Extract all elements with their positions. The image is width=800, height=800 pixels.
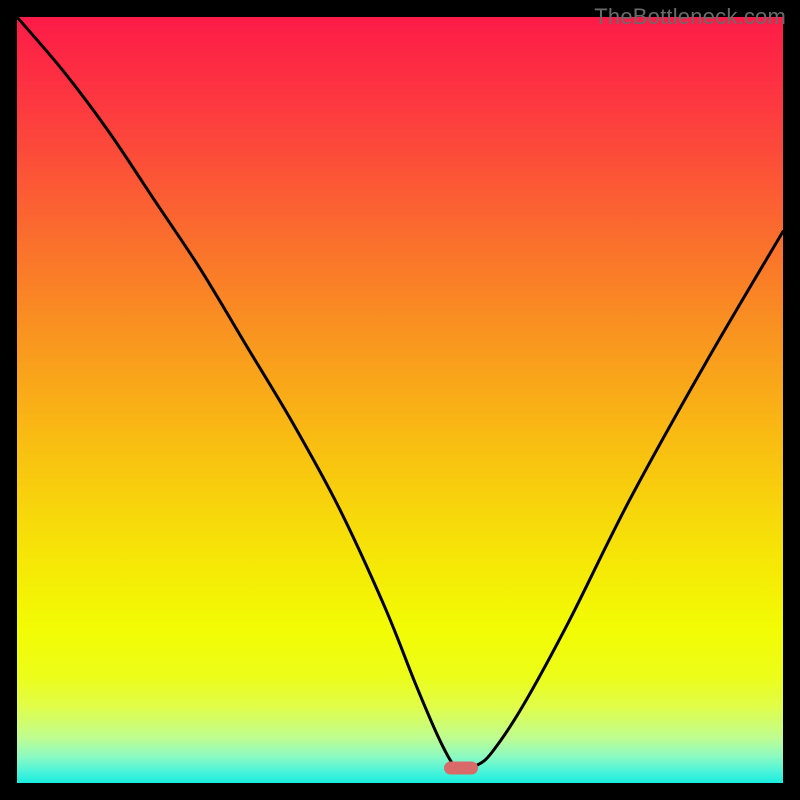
chart-curve — [17, 17, 783, 783]
watermark-text: TheBottleneck.com — [594, 4, 786, 30]
chart-frame: TheBottleneck.com — [0, 0, 800, 800]
plot-area — [17, 17, 783, 783]
optimal-point-marker — [444, 761, 478, 774]
